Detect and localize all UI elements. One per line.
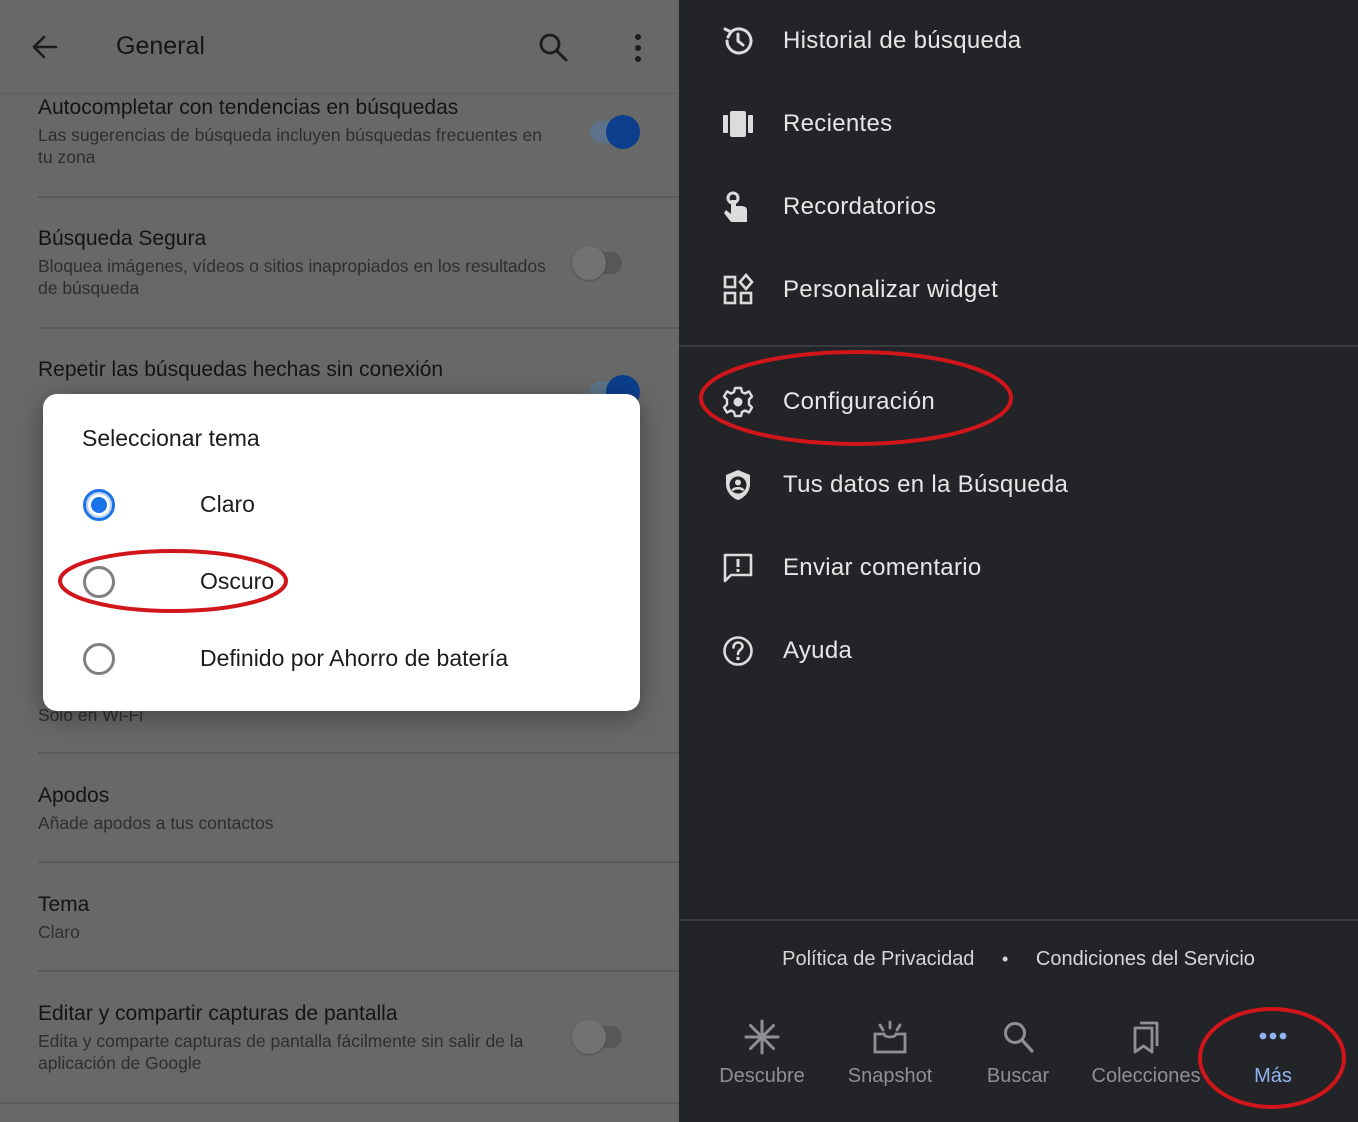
setting-title: Tema bbox=[38, 893, 90, 916]
more-horiz-icon bbox=[1259, 1032, 1287, 1040]
menu-item-your-data[interactable]: Tus datos en la Búsqueda bbox=[679, 456, 1358, 516]
divider bbox=[38, 861, 679, 863]
collections-icon bbox=[1133, 1021, 1159, 1054]
snapshot-icon bbox=[873, 1020, 907, 1054]
app-bar: General bbox=[0, 0, 679, 94]
setting-safe-search[interactable]: Búsqueda Segura Bloquea imágenes, vídeos… bbox=[38, 227, 638, 299]
menu-item-reminders[interactable]: Recordatorios bbox=[679, 178, 1358, 238]
search-icon[interactable] bbox=[536, 30, 570, 64]
link-separator: • bbox=[1002, 949, 1009, 970]
divider bbox=[38, 970, 679, 972]
nav-snapshot[interactable]: Snapshot bbox=[825, 1010, 955, 1105]
setting-title: Búsqueda Segura bbox=[38, 227, 207, 250]
setting-title: Apodos bbox=[38, 784, 110, 807]
menu-item-label: Configuración bbox=[783, 388, 935, 415]
nav-label: Más bbox=[1254, 1065, 1292, 1087]
help-icon bbox=[723, 636, 753, 666]
option-label: Claro bbox=[200, 491, 255, 517]
setting-title: Repetir las búsquedas hechas sin conexió… bbox=[38, 358, 444, 381]
menu-item-settings[interactable]: Configuración bbox=[679, 373, 1358, 433]
nav-label: Descubre bbox=[719, 1065, 805, 1087]
setting-description: Las sugerencias de búsqueda incluyen bús… bbox=[38, 125, 542, 167]
menu-item-label: Tus datos en la Búsqueda bbox=[783, 471, 1069, 498]
divider bbox=[0, 1102, 679, 1104]
divider bbox=[38, 327, 679, 329]
radio-button[interactable] bbox=[83, 566, 115, 598]
reminder-hand-icon bbox=[724, 191, 747, 222]
menu-item-send-feedback[interactable]: Enviar comentario bbox=[679, 539, 1358, 599]
setting-autocomplete-trends[interactable]: Autocompletar con tendencias en búsqueda… bbox=[38, 96, 638, 168]
setting-nicknames[interactable]: Apodos Añade apodos a tus contactos bbox=[38, 784, 638, 834]
discover-icon bbox=[744, 1019, 780, 1055]
nav-label: Buscar bbox=[986, 1065, 1050, 1087]
menu-item-search-history[interactable]: Historial de búsqueda bbox=[679, 12, 1358, 72]
toggle-thumb bbox=[572, 246, 606, 280]
menu-item-label: Recientes bbox=[783, 110, 893, 137]
radio-button-checked[interactable] bbox=[83, 489, 115, 521]
autocomplete-trends-toggle[interactable] bbox=[584, 112, 640, 152]
nav-label: Snapshot bbox=[847, 1065, 933, 1087]
dialog-title: Seleccionar tema bbox=[82, 425, 260, 451]
setting-edit-screenshots[interactable]: Editar y compartir capturas de pantalla … bbox=[38, 1002, 638, 1074]
terms-of-service-link[interactable]: Condiciones del Servicio bbox=[1036, 948, 1255, 971]
nav-discover[interactable]: Descubre bbox=[697, 1010, 827, 1105]
setting-description: Edita y comparte capturas de pantalla fá… bbox=[38, 1031, 524, 1073]
arrow-back-icon[interactable] bbox=[28, 30, 62, 64]
theme-option-battery-saver[interactable]: Definido por Ahorro de batería bbox=[83, 634, 603, 684]
shield-person-icon bbox=[726, 470, 750, 500]
page-title: General bbox=[116, 32, 205, 60]
toggle-thumb bbox=[606, 115, 640, 149]
nav-more[interactable]: Más bbox=[1208, 1010, 1338, 1105]
setting-offline-searches[interactable]: Repetir las búsquedas hechas sin conexió… bbox=[38, 358, 638, 382]
theme-option-light[interactable]: Claro bbox=[83, 480, 603, 530]
menu-item-label: Enviar comentario bbox=[783, 554, 982, 581]
search-icon bbox=[1004, 1022, 1034, 1053]
menu-item-label: Recordatorios bbox=[783, 193, 937, 220]
option-label: Oscuro bbox=[200, 568, 275, 594]
gear-icon bbox=[722, 386, 754, 418]
widgets-icon bbox=[723, 273, 754, 305]
nav-collections[interactable]: Colecciones bbox=[1081, 1010, 1211, 1105]
select-theme-dialog: Seleccionar tema Claro Oscuro Definido p… bbox=[43, 394, 640, 711]
privacy-policy-link[interactable]: Política de Privacidad bbox=[782, 948, 974, 971]
menu-item-recents[interactable]: Recientes bbox=[679, 95, 1358, 155]
footer-divider bbox=[679, 919, 1358, 921]
feedback-icon bbox=[723, 553, 753, 583]
nav-search[interactable]: Buscar bbox=[953, 1010, 1083, 1105]
setting-theme[interactable]: Tema Claro bbox=[38, 893, 638, 943]
menu-item-help[interactable]: Ayuda bbox=[679, 622, 1358, 682]
more-vert-icon[interactable] bbox=[625, 30, 651, 66]
setting-title: Autocompletar con tendencias en búsqueda… bbox=[38, 96, 459, 119]
theme-option-dark[interactable]: Oscuro bbox=[83, 557, 603, 607]
setting-description: Claro bbox=[38, 922, 80, 942]
setting-description: Añade apodos a tus contactos bbox=[38, 813, 274, 833]
setting-description: Bloquea imágenes, vídeos o sitios inapro… bbox=[38, 256, 546, 298]
edit-screenshots-toggle[interactable] bbox=[572, 1017, 628, 1057]
divider bbox=[38, 752, 679, 754]
radio-button[interactable] bbox=[83, 643, 115, 675]
divider bbox=[38, 196, 679, 198]
menu-item-customize-widget[interactable]: Personalizar widget bbox=[679, 261, 1358, 321]
menu-divider bbox=[679, 345, 1358, 347]
menu-item-label: Ayuda bbox=[783, 637, 853, 664]
bottom-navigation: Descubre Snapshot Buscar Colecciones Más bbox=[679, 1010, 1358, 1110]
safe-search-toggle[interactable] bbox=[572, 243, 628, 283]
more-menu-screen: Historial de búsqueda Recientes Recordat… bbox=[679, 0, 1358, 1122]
toggle-thumb bbox=[572, 1020, 606, 1054]
option-label: Definido por Ahorro de batería bbox=[200, 645, 509, 671]
footer-links: Política de Privacidad • Condiciones del… bbox=[679, 948, 1358, 971]
history-icon bbox=[723, 27, 753, 55]
menu-item-label: Historial de búsqueda bbox=[783, 27, 1022, 54]
menu-item-label: Personalizar widget bbox=[783, 276, 999, 303]
general-settings-screen: General Autocompletar con tendencias en … bbox=[0, 0, 679, 1122]
nav-label: Colecciones bbox=[1091, 1065, 1201, 1087]
recents-icon bbox=[723, 111, 753, 137]
setting-title: Editar y compartir capturas de pantalla bbox=[38, 1002, 398, 1025]
